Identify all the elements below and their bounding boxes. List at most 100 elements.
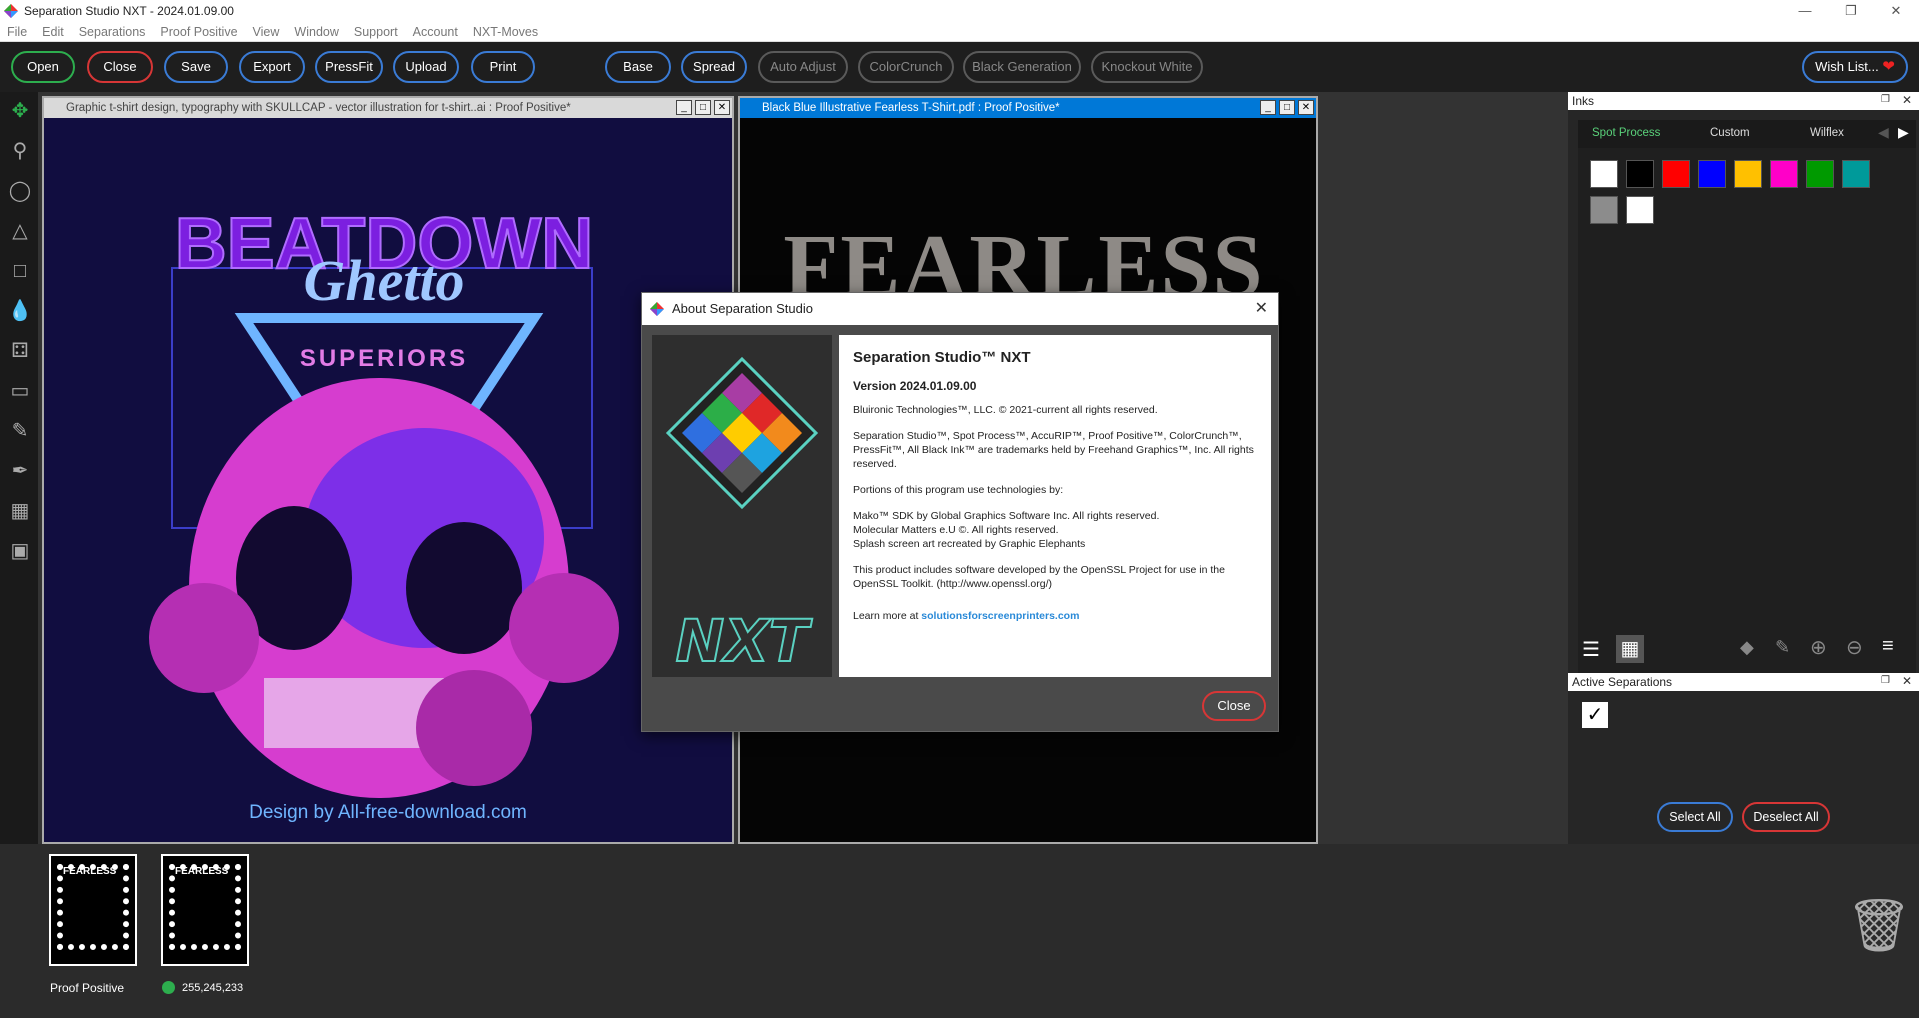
thumbnail-text: FEARLESS <box>175 866 229 877</box>
pressfit-button[interactable]: PressFit <box>315 51 383 83</box>
panel-close-icon[interactable]: ✕ <box>1902 674 1912 688</box>
colorcrunch-button[interactable]: ColorCrunch <box>858 51 954 83</box>
print-button[interactable]: Print <box>471 51 535 83</box>
menu-window[interactable]: Window <box>287 22 346 42</box>
ink-swatch[interactable] <box>1698 160 1726 188</box>
save-button[interactable]: Save <box>164 51 228 83</box>
tab-spot-process[interactable]: Spot Process <box>1592 127 1660 139</box>
copyright-text: Bluironic Technologies™, LLC. © 2021-cur… <box>853 404 1158 416</box>
color-picker-tool-icon[interactable]: 💧 <box>5 296 35 326</box>
fill-icon[interactable]: ◆ <box>1740 637 1754 658</box>
portions-text: Portions of this program use technologie… <box>853 484 1064 496</box>
dialog-logo-panel: NXT <box>652 335 832 677</box>
select-all-button[interactable]: Select All <box>1657 802 1733 832</box>
black-generation-button[interactable]: Black Generation <box>963 51 1081 83</box>
ink-swatch[interactable] <box>1626 196 1654 224</box>
thumbnail-text: FEARLESS <box>63 866 117 877</box>
ink-swatch[interactable] <box>1770 160 1798 188</box>
menu-view[interactable]: View <box>246 22 288 42</box>
ink-swatch[interactable] <box>1590 196 1618 224</box>
dialog-close-icon[interactable]: ✕ <box>1255 293 1268 325</box>
splash-text: Splash screen art recreated by Graphic E… <box>853 538 1086 550</box>
dialog-info: Separation Studio™ NXT Version 2024.01.0… <box>839 335 1271 677</box>
ink-swatch[interactable] <box>1626 160 1654 188</box>
grid-view-icon[interactable]: ▦ <box>1616 635 1644 663</box>
move-tool-icon[interactable]: ✥ <box>5 96 35 126</box>
brush-tool-icon[interactable]: ✎ <box>5 416 35 446</box>
separations-strip <box>0 844 1919 1018</box>
ink-tabs: Spot Process Custom Wilflex ◀ ▶ <box>1578 120 1916 148</box>
pen-tool-icon[interactable]: ✒ <box>5 456 35 486</box>
ink-tool-icon[interactable]: ▣ <box>5 536 35 566</box>
menu-icon[interactable]: ≡ <box>1882 635 1894 658</box>
ink-swatch[interactable] <box>1806 160 1834 188</box>
dialog-title-text: About Separation Studio <box>672 301 813 316</box>
base-button[interactable]: Base <box>605 51 671 83</box>
menu-edit[interactable]: Edit <box>35 22 72 42</box>
edit-icon[interactable]: ✎ <box>1775 637 1790 658</box>
about-dialog: About Separation Studio ✕ NXT Separation… <box>641 292 1279 732</box>
add-ink-icon[interactable]: ⊕ <box>1810 635 1827 660</box>
polygon-lasso-tool-icon[interactable]: △ <box>5 216 35 246</box>
dialog-close-button[interactable]: Close <box>1202 691 1266 721</box>
spread-button[interactable]: Spread <box>681 51 747 83</box>
menu-proof-positive[interactable]: Proof Positive <box>153 22 245 42</box>
marquee-tool-icon[interactable]: □ <box>5 256 35 286</box>
ink-swatch[interactable] <box>1662 160 1690 188</box>
wish-list-button[interactable]: Wish List... ❤ <box>1802 51 1908 83</box>
menu-nxt-moves[interactable]: NXT-Moves <box>466 22 546 42</box>
auto-adjust-button[interactable]: Auto Adjust <box>758 51 848 83</box>
separation-thumbnail[interactable]: FEARLESS <box>49 854 137 966</box>
doc-minimize-icon[interactable]: _ <box>1260 100 1276 115</box>
separation-color-dot <box>162 981 175 994</box>
separation-checkbox[interactable]: ✓ <box>1582 702 1608 728</box>
trash-icon[interactable]: 🗑 <box>1846 896 1912 956</box>
deselect-all-button[interactable]: Deselect All <box>1742 802 1830 832</box>
nxt-logo-icon <box>665 356 819 510</box>
mako-text: Mako™ SDK by Global Graphics Software In… <box>853 510 1160 522</box>
ghetto-text: Ghetto <box>303 248 464 313</box>
export-button[interactable]: Export <box>239 51 305 83</box>
tab-scroll-left-icon[interactable]: ◀ <box>1878 124 1889 141</box>
panel-float-icon[interactable]: ❐ <box>1881 94 1890 105</box>
halftone-tool-icon[interactable]: ⚃ <box>5 336 35 366</box>
remove-ink-icon[interactable]: ⊖ <box>1846 635 1863 660</box>
panel-close-icon[interactable]: ✕ <box>1902 93 1912 107</box>
menu-file[interactable]: File <box>0 22 35 42</box>
menu-support[interactable]: Support <box>347 22 406 42</box>
texture-tool-icon[interactable]: ▦ <box>5 496 35 526</box>
eraser-tool-icon[interactable]: ▭ <box>5 376 35 406</box>
close-button[interactable]: Close <box>87 51 153 83</box>
design-credit-text: Design by All-free-download.com <box>249 802 527 823</box>
panel-float-icon[interactable]: ❐ <box>1881 675 1890 686</box>
menu-account[interactable]: Account <box>406 22 466 42</box>
tab-custom[interactable]: Custom <box>1710 127 1750 139</box>
website-link[interactable]: solutionsforscreenprinters.com <box>921 610 1079 622</box>
doc-maximize-icon[interactable]: □ <box>695 100 711 115</box>
ink-swatch[interactable] <box>1590 160 1618 188</box>
doc-maximize-icon[interactable]: □ <box>1279 100 1295 115</box>
tab-scroll-right-icon[interactable]: ▶ <box>1898 124 1909 141</box>
heart-icon: ❤ <box>1882 58 1895 75</box>
tab-wilflex[interactable]: Wilflex <box>1810 127 1844 139</box>
knockout-white-button[interactable]: Knockout White <box>1091 51 1203 83</box>
main-toolbar: Open Close Save Export PressFit Upload P… <box>0 42 1919 92</box>
window-close-icon[interactable]: ✕ <box>1873 0 1919 22</box>
skull-artwork: BEATDOWN Ghetto SUPERIORS Design by All-… <box>44 118 732 842</box>
maximize-icon[interactable]: ❐ <box>1828 0 1874 22</box>
ink-swatch[interactable] <box>1734 160 1762 188</box>
zoom-tool-icon[interactable]: ⚲ <box>5 136 35 166</box>
doc-minimize-icon[interactable]: _ <box>676 100 692 115</box>
doc-close-icon[interactable]: ✕ <box>1298 100 1314 115</box>
menu-separations[interactable]: Separations <box>72 22 154 42</box>
document-window-skull[interactable]: Graphic t-shirt design, typography with … <box>42 96 734 844</box>
open-button[interactable]: Open <box>11 51 75 83</box>
separation-thumbnail[interactable]: FEARLESS <box>161 854 249 966</box>
ink-swatch[interactable] <box>1842 160 1870 188</box>
list-view-icon[interactable]: ☰ <box>1582 637 1600 662</box>
upload-button[interactable]: Upload <box>393 51 459 83</box>
lasso-tool-icon[interactable]: ◯ <box>5 176 35 206</box>
inks-panel: Inks ❐ ✕ Spot Process Custom Wilflex ◀ ▶… <box>1568 92 1919 844</box>
minimize-icon[interactable]: — <box>1782 0 1828 22</box>
doc-close-icon[interactable]: ✕ <box>714 100 730 115</box>
